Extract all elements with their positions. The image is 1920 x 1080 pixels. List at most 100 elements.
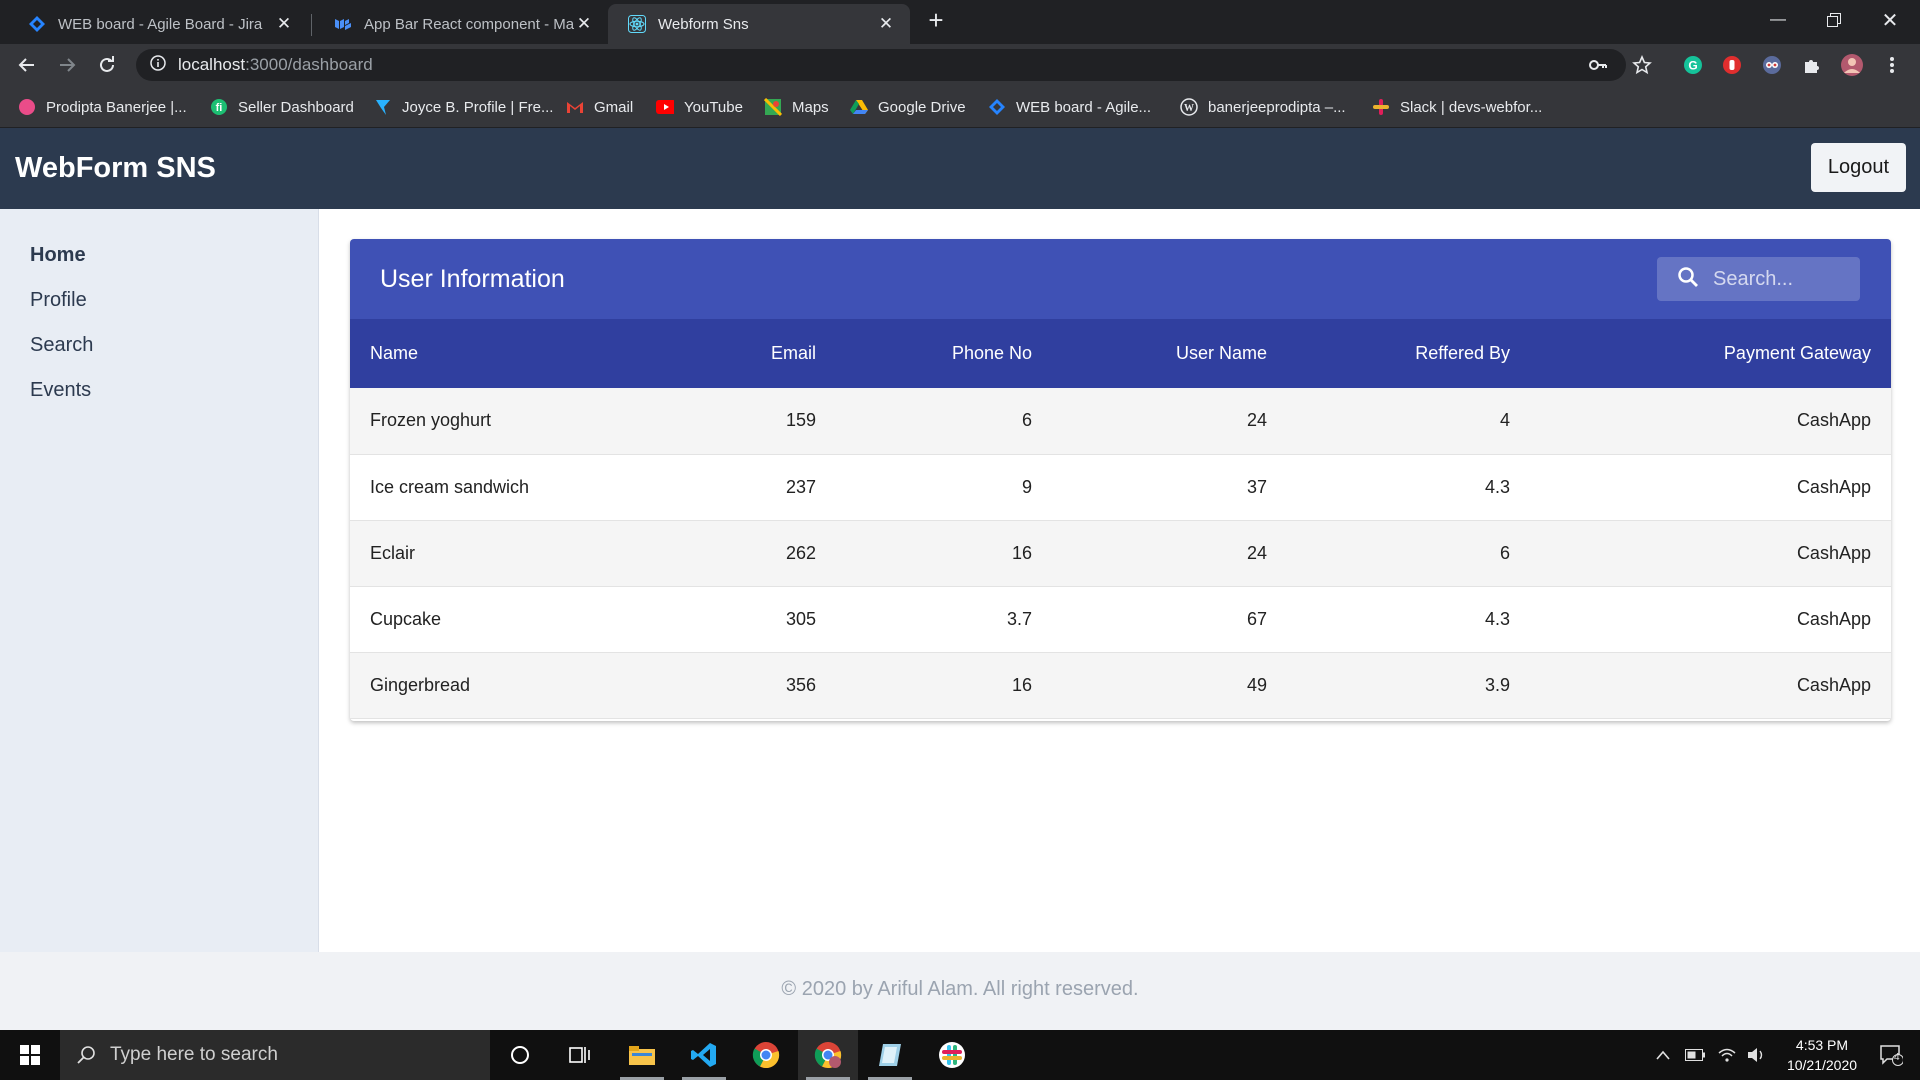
browser-toolbar: localhost:3000/dashboard G [0,44,1920,86]
windows-start-icon[interactable] [0,1030,60,1080]
vscode-icon[interactable] [674,1030,734,1080]
bookmark-label: YouTube [684,98,743,116]
cell-name: Ice cream sandwich [370,476,530,497]
bookmark-item[interactable]: Prodipta Banerjee |... [18,86,187,128]
user-table: Name Email Phone No User Name Reffered B… [350,319,1891,719]
close-icon[interactable]: ✕ [876,14,896,34]
forward-arrow-icon[interactable] [53,51,81,79]
chrome-icon[interactable] [736,1030,796,1080]
svg-text:fi: fi [216,102,223,114]
reload-icon[interactable] [93,51,121,79]
puzzle-extensions-icon[interactable] [1800,53,1824,77]
cell-email: 237 [785,476,816,497]
cell-payment-gateway: CashApp [1796,410,1871,431]
search-input[interactable] [1713,267,1853,291]
copyright-text: © 2020 by Ariful Alam. All right reserve… [781,978,1139,1000]
table-header-row: Name Email Phone No User Name Reffered B… [350,319,1891,388]
menu-kebab-icon[interactable] [1880,53,1904,77]
table-row[interactable]: Gingerbread 356 16 49 3.9 CashApp [350,652,1891,718]
column-header-phone[interactable]: Phone No [836,319,1052,388]
bookmark-item[interactable]: fi Seller Dashboard [210,86,354,128]
notes-app-icon[interactable] [860,1030,920,1080]
block-extension-icon[interactable] [1720,53,1744,77]
bookmark-label: Gmail [594,98,634,116]
sidebar: Home Profile Search Events [0,209,319,952]
column-header-username[interactable]: User Name [1052,319,1287,388]
bookmark-item[interactable]: W banerjeeprodipta –... [1180,86,1346,128]
browser-tab-title: WEB board - Agile Board - Jira [58,15,263,33]
bookmark-label: Joyce B. Profile | Fre... [402,98,554,116]
close-icon[interactable]: ✕ [574,14,594,34]
volume-icon[interactable] [1742,1030,1772,1080]
back-arrow-icon[interactable] [13,51,41,79]
bookmark-star-icon[interactable] [1630,53,1654,77]
search-box[interactable] [1657,257,1860,301]
cell-payment-gateway: CashApp [1796,608,1871,629]
fiverr-icon: fi [210,98,228,116]
table-row[interactable]: Eclair 262 16 24 6 CashApp [350,520,1891,586]
close-icon[interactable]: ✕ [274,14,294,34]
sidebar-item-profile[interactable]: Profile [30,289,87,312]
sidebar-item-search[interactable]: Search [30,334,93,357]
notification-center-icon[interactable]: 4 [1866,1030,1916,1080]
cell-phone: 9 [1021,476,1032,497]
column-header-referred-by[interactable]: Reffered By [1287,319,1530,388]
cell-phone: 6 [1021,410,1032,431]
slack-icon [1372,98,1390,116]
cell-referred-by: 4 [1499,410,1510,431]
task-view-icon[interactable] [550,1030,610,1080]
key-icon[interactable] [1586,53,1610,77]
chevron-up-icon[interactable] [1648,1030,1678,1080]
bookmark-item[interactable]: Maps [764,86,829,128]
bookmark-item[interactable]: YouTube [656,86,743,128]
column-header-name[interactable]: Name [350,319,650,388]
profile-avatar-icon[interactable] [1840,53,1864,77]
chrome-profile-icon[interactable] [798,1030,858,1080]
cell-name: Eclair [370,542,416,563]
address-bar[interactable]: localhost:3000/dashboard [136,49,1626,81]
taskbar-search-placeholder: Type here to search [110,1044,278,1065]
browser-tab-webform[interactable]: Webform Sns ✕ [608,4,910,44]
wifi-icon[interactable] [1712,1030,1742,1080]
bookmark-label: Prodipta Banerjee |... [46,98,187,116]
system-clock[interactable]: 4:53 PM 10/21/2020 [1772,1035,1872,1075]
cell-username: 67 [1246,608,1267,629]
bookmark-item[interactable]: Joyce B. Profile | Fre... [374,86,553,128]
minimize-icon[interactable]: — [1750,0,1806,40]
table-row[interactable]: Frozen yoghurt 159 6 24 4 CashApp [350,388,1891,454]
slack-icon[interactable] [922,1030,982,1080]
cell-username: 37 [1246,476,1267,497]
eyes-extension-icon[interactable] [1760,53,1784,77]
logout-button[interactable]: Logout [1811,143,1906,192]
jira-icon [28,15,46,33]
table-row[interactable]: Cupcake 305 3.7 67 4.3 CashApp [350,586,1891,652]
bookmark-item[interactable]: WEB board - Agile... [988,86,1151,128]
sidebar-item-events[interactable]: Events [30,379,91,402]
bookmark-item[interactable]: Slack | devs-webfor... [1372,86,1542,128]
battery-icon[interactable] [1680,1030,1710,1080]
svg-text:G: G [1688,59,1697,73]
sidebar-item-home[interactable]: Home [30,244,86,267]
bookmark-item[interactable]: Google Drive [850,86,966,128]
browser-tab-mui[interactable]: App Bar React component - Mat ✕ [314,4,608,44]
column-header-payment-gateway[interactable]: Payment Gateway [1530,319,1891,388]
new-tab-button[interactable]: + [922,6,950,34]
browser-tab-title: Webform Sns [658,15,749,33]
dribbble-icon [18,98,36,116]
grammarly-icon[interactable]: G [1681,53,1705,77]
bookmark-item[interactable]: Gmail [566,86,633,128]
cell-phone: 16 [1011,674,1032,695]
cell-username: 24 [1246,542,1267,563]
cell-referred-by: 4.3 [1484,476,1510,497]
info-icon[interactable] [150,54,166,76]
column-header-email[interactable]: Email [650,319,836,388]
taskbar-search-box[interactable]: Type here to search [60,1030,490,1080]
file-explorer-icon[interactable] [612,1030,672,1080]
cortana-icon[interactable] [490,1030,550,1080]
browser-tab-jira[interactable]: WEB board - Agile Board - Jira ✕ [8,4,308,44]
table-row[interactable]: Ice cream sandwich 237 9 37 4.3 CashApp [350,454,1891,520]
windows-taskbar: Type here to search 4:53 PM 10/21/2020 4 [0,1030,1920,1080]
restore-icon[interactable] [1806,0,1862,40]
window-close-icon[interactable]: ✕ [1862,0,1918,40]
bookmark-label: Slack | devs-webfor... [1400,98,1543,116]
